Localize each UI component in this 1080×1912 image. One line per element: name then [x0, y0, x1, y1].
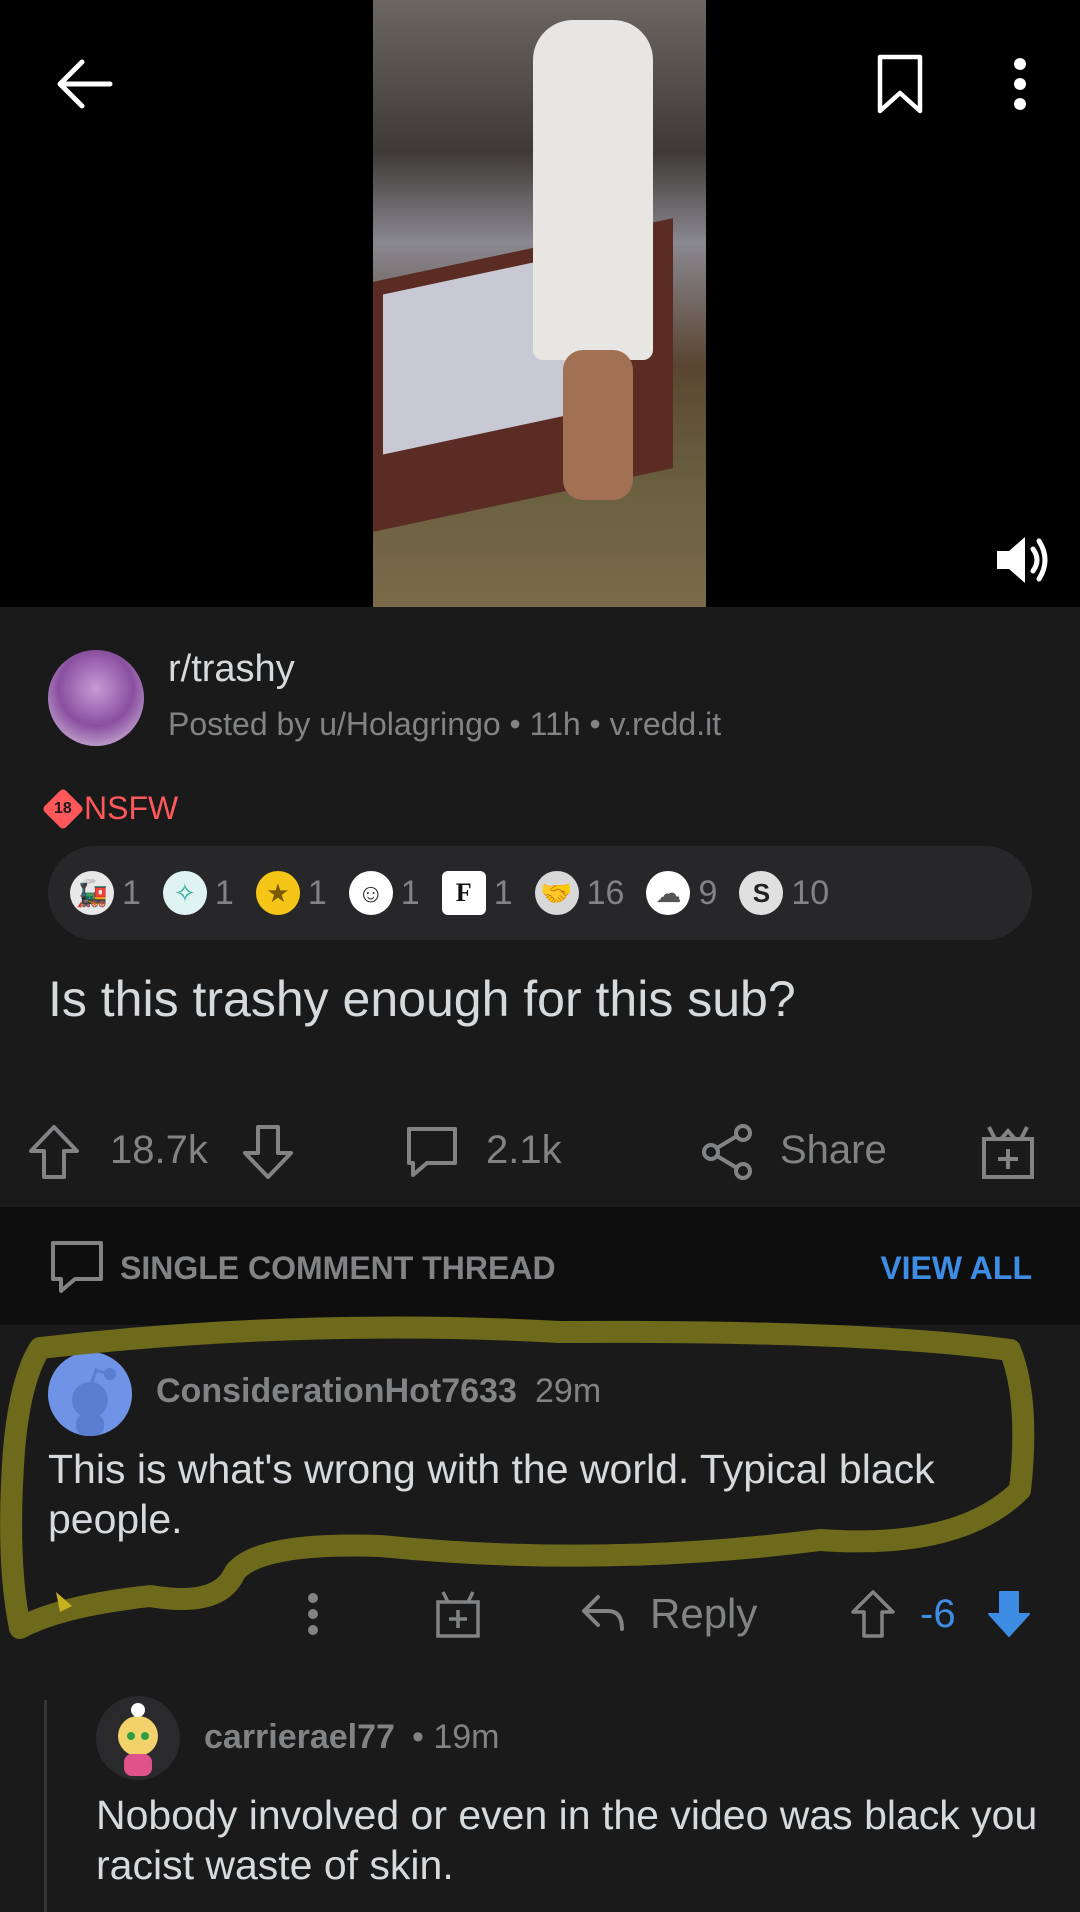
award-item[interactable]: S 10 — [739, 871, 829, 915]
award-item[interactable]: F 1 — [441, 871, 513, 915]
downvote-arrow-filled-icon — [988, 1591, 1030, 1637]
train-award-icon: 🚂 — [70, 871, 114, 915]
comment-bubble-icon — [407, 1127, 457, 1177]
reply-body: Nobody involved or even in the video was… — [96, 1792, 1038, 1888]
kebab-menu-icon — [308, 1593, 318, 1635]
view-all-button[interactable]: VIEW ALL — [880, 1250, 1032, 1287]
award-count: 1 — [122, 873, 141, 912]
kebab-menu-icon — [1014, 58, 1026, 110]
single-thread-label: SINGLE COMMENT THREAD — [120, 1250, 556, 1286]
award-count: 1 — [493, 873, 513, 912]
snoo-avatar-icon — [72, 1368, 116, 1436]
comment-award-button[interactable] — [432, 1586, 484, 1642]
meta-separator: • — [509, 706, 530, 742]
award-count: 1 — [214, 873, 234, 912]
comment-action-bar: Reply -6 — [0, 1580, 1080, 1650]
commenter-avatar[interactable] — [48, 1352, 132, 1436]
gift-icon — [982, 1126, 1034, 1179]
downvote-arrow-icon — [243, 1125, 293, 1179]
back-arrow-icon — [57, 59, 113, 109]
award-count: 10 — [791, 873, 830, 912]
comment-downvote-button[interactable] — [984, 1586, 1034, 1642]
snoo-avatar-icon — [118, 1703, 158, 1776]
video-frame[interactable] — [373, 0, 706, 607]
award-count: 1 — [400, 873, 420, 912]
face-award-icon: ☺ — [348, 871, 393, 915]
post-age: 11h — [529, 706, 581, 742]
nsfw-label: NSFW — [84, 790, 179, 826]
reply-arrow-icon — [582, 1595, 624, 1631]
share-button[interactable]: Share — [780, 1128, 887, 1173]
star-award-icon: ★ — [255, 871, 300, 915]
award-item[interactable]: 🤝 16 — [534, 871, 625, 915]
upvote-arrow-icon — [851, 1590, 895, 1638]
post-domain[interactable]: v.redd.it — [610, 706, 721, 742]
meta-separator: • — [589, 706, 610, 742]
comment-bubble-icon — [51, 1241, 103, 1293]
thread-indent-line — [44, 1700, 47, 1912]
award-count: 1 — [307, 873, 327, 912]
comment-time: 29m — [535, 1372, 602, 1410]
nsfw-tag: 18 NSFW — [41, 787, 179, 830]
comment-count[interactable]: 2.1k — [486, 1128, 562, 1173]
subreddit-name[interactable]: r/trashy — [168, 648, 295, 691]
award-item[interactable]: ☺ 1 — [348, 871, 420, 915]
share-icon-button[interactable] — [698, 1122, 756, 1182]
comments-button[interactable] — [402, 1122, 462, 1182]
give-award-button[interactable] — [978, 1120, 1038, 1182]
share-icon — [702, 1124, 752, 1180]
nsfw-18-icon: 18 — [41, 787, 85, 830]
post-title[interactable]: Is this trashy enough for this sub? — [48, 970, 796, 1028]
reply-time: • 19m — [412, 1718, 500, 1756]
post-meta: Posted by u/Holagringo • 11h • v.redd.it — [168, 706, 721, 743]
upvote-arrow-icon — [29, 1125, 79, 1179]
comment-score: -6 — [920, 1592, 956, 1636]
subreddit-avatar[interactable] — [48, 650, 144, 746]
s-award-icon: S — [739, 871, 784, 915]
save-button[interactable] — [872, 50, 928, 118]
handshake-award-icon: 🤝 — [534, 871, 579, 915]
video-content-legs — [563, 350, 633, 500]
comment-upvote-button[interactable] — [848, 1586, 898, 1642]
speaker-icon — [997, 537, 1048, 583]
upvote-button[interactable] — [26, 1122, 82, 1182]
post-action-bar: 18.7k 2.1k Share — [0, 1110, 1080, 1190]
compass-award-icon: ✧ — [162, 871, 207, 915]
downvote-button[interactable] — [240, 1122, 296, 1182]
award-count: 16 — [586, 873, 625, 912]
comment-body: This is what's wrong with the world. Typ… — [48, 1446, 935, 1542]
award-item[interactable]: ★ 1 — [255, 871, 327, 915]
reply-icon-wrap[interactable] — [578, 1588, 628, 1638]
volume-button[interactable] — [990, 530, 1054, 590]
replier-avatar[interactable] — [96, 1696, 180, 1780]
bubble-award-icon: ☁ — [646, 871, 691, 915]
gift-icon — [436, 1591, 480, 1638]
awards-bar[interactable]: 🚂 1 ✧ 1 ★ 1 ☺ 1 F 1 🤝 16 ☁ 9 S 10 — [48, 846, 1032, 940]
back-button[interactable] — [48, 48, 120, 120]
bookmark-icon — [877, 54, 923, 114]
replier-username[interactable]: carrierael77 — [204, 1718, 395, 1757]
thread-icon-wrap — [48, 1238, 106, 1298]
video-content-person — [533, 20, 653, 360]
comment-more-button[interactable] — [296, 1586, 330, 1642]
more-options-button[interactable] — [1000, 54, 1040, 114]
f-award-icon: F — [441, 871, 486, 915]
commenter-username[interactable]: ConsiderationHot7633 — [156, 1372, 517, 1411]
award-item[interactable]: ✧ 1 — [162, 871, 234, 915]
reply-button[interactable]: Reply — [650, 1590, 757, 1638]
award-item[interactable]: 🚂 1 — [70, 871, 141, 915]
award-count: 9 — [698, 873, 718, 912]
post-author[interactable]: Posted by u/Holagringo — [168, 706, 501, 742]
upvote-count: 18.7k — [110, 1128, 208, 1172]
award-item[interactable]: ☁ 9 — [646, 871, 717, 915]
